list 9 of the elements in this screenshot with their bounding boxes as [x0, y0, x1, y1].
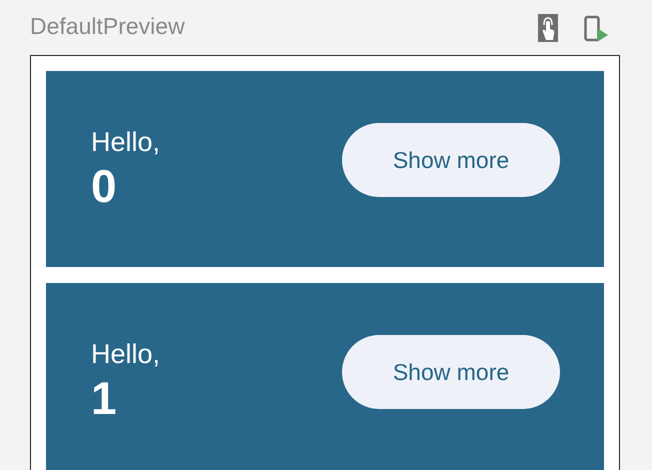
preview-title: DefaultPreview [30, 13, 185, 40]
pointer-hand-icon[interactable] [538, 14, 558, 42]
show-more-button[interactable]: Show more [342, 335, 560, 409]
count-text: 0 [91, 159, 118, 213]
greeting-text: Hello, [91, 126, 160, 159]
greeting-text: Hello, [91, 338, 160, 371]
show-more-button[interactable]: Show more [342, 123, 560, 197]
phone-play-icon[interactable] [584, 14, 610, 42]
count-text: 1 [91, 371, 118, 425]
